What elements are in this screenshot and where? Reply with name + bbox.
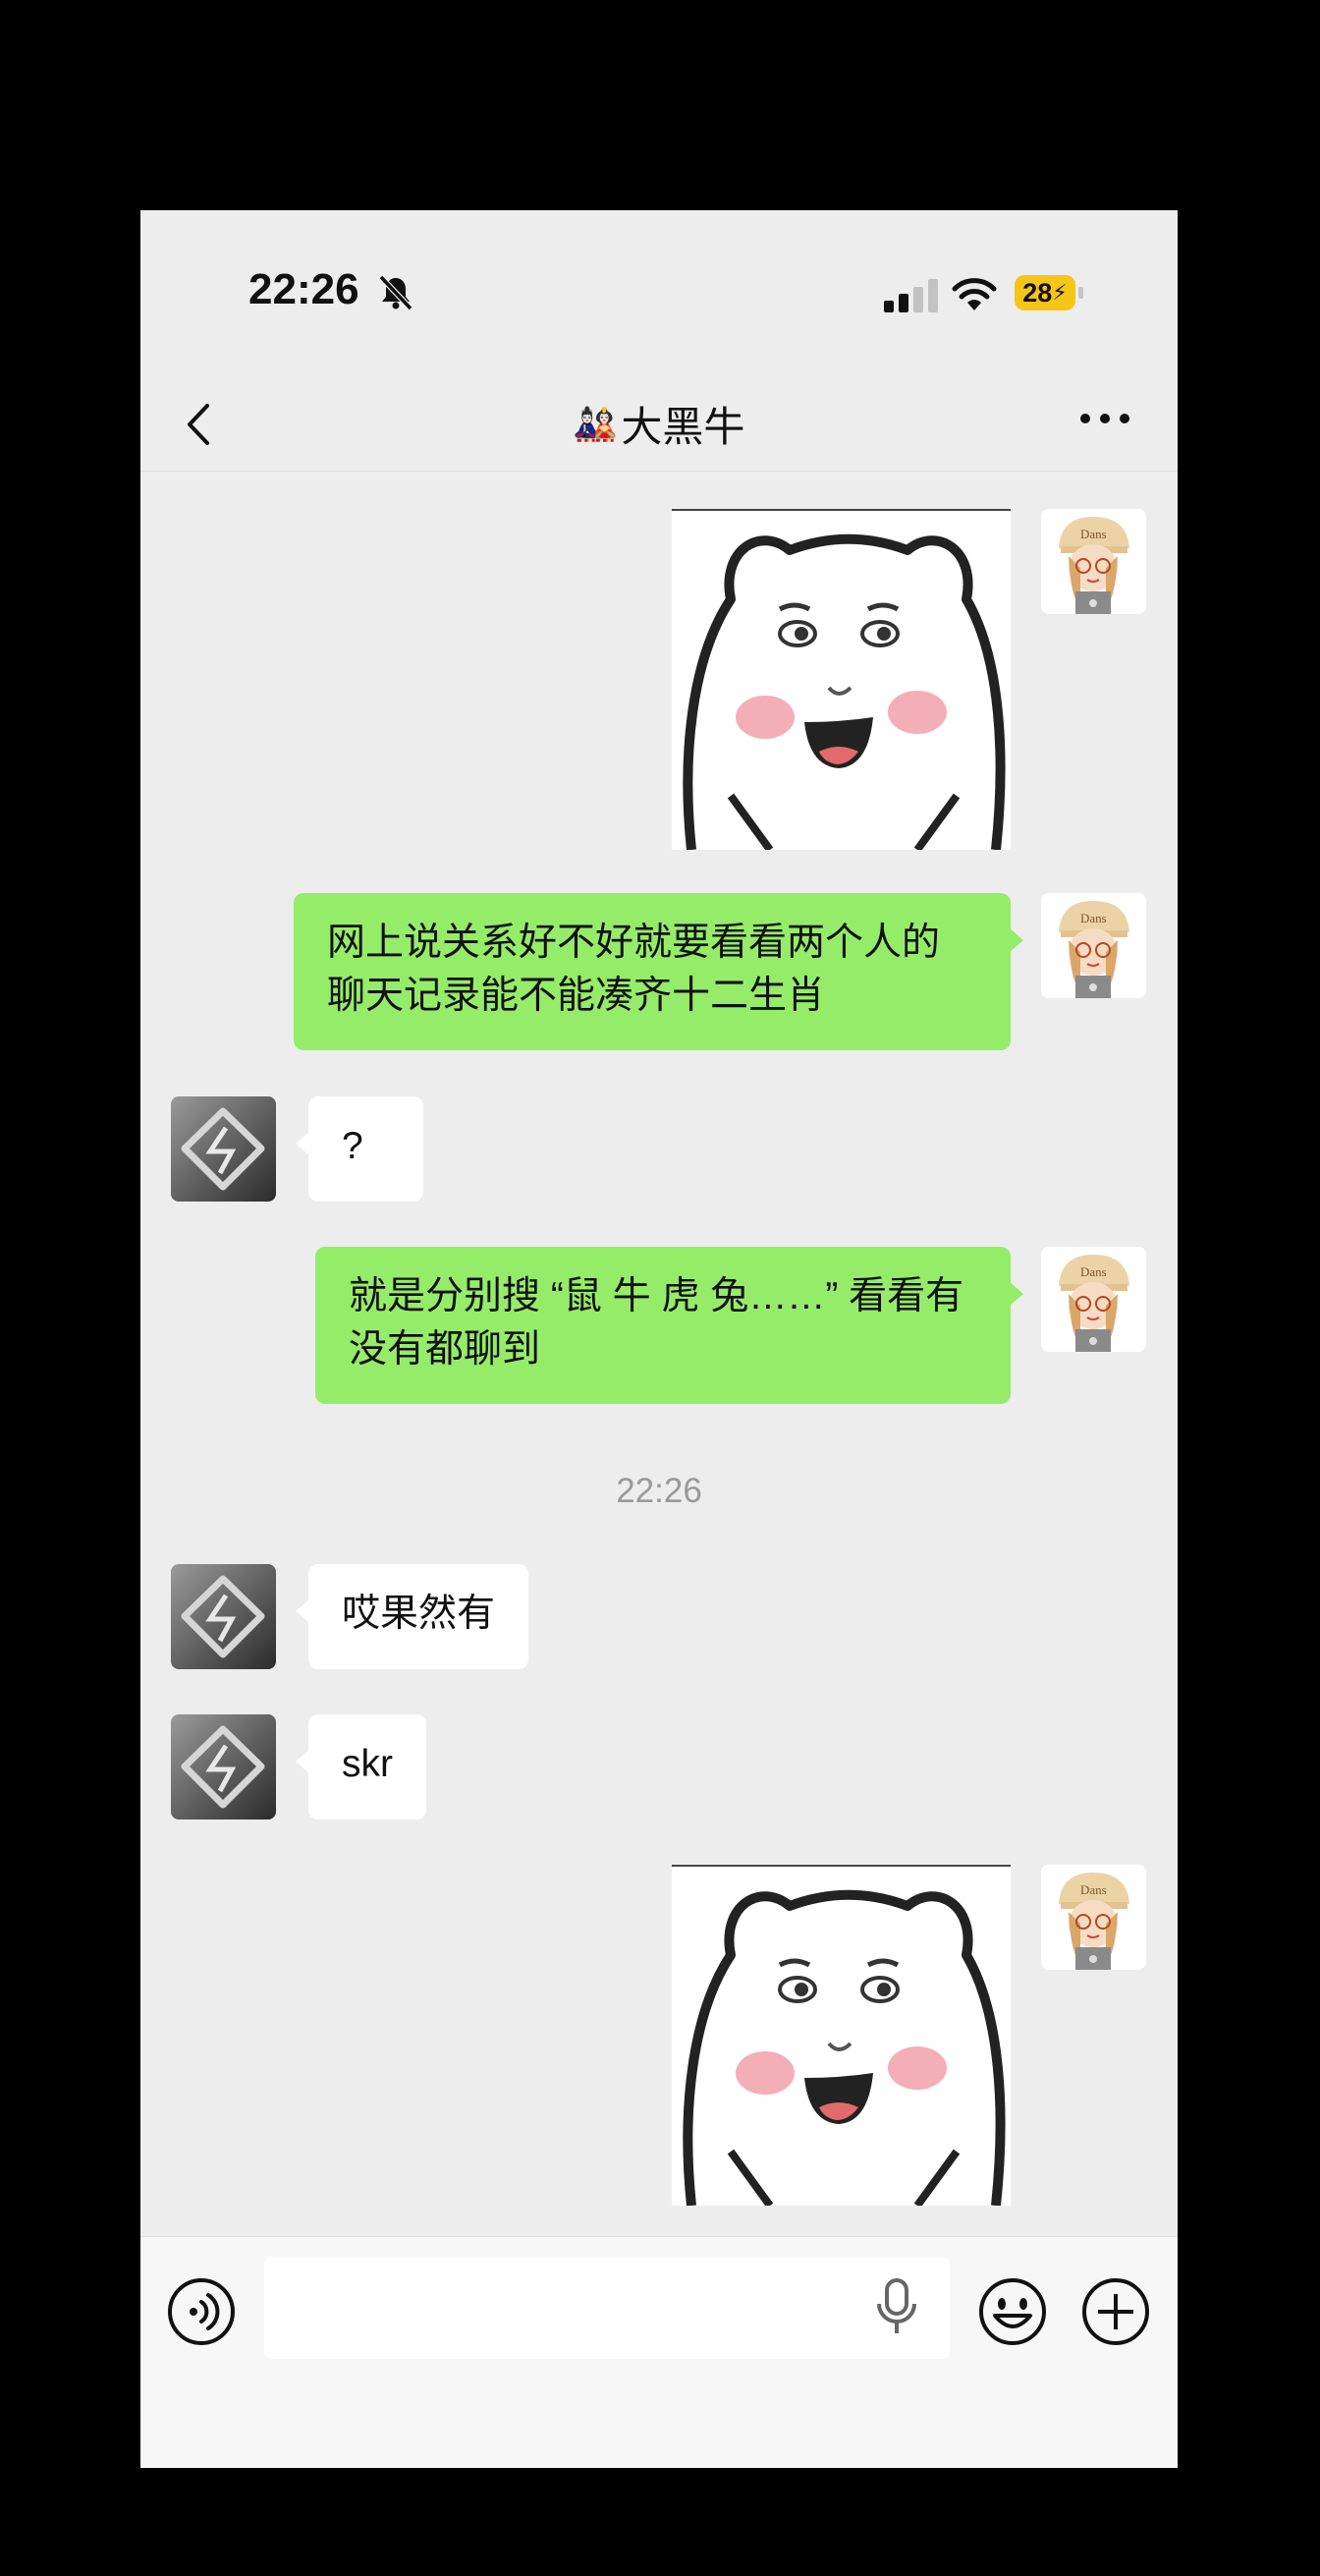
message-text: 就是分别搜 “鼠 牛 虎 兔……” 看看有没有都聊到 <box>349 1275 964 1371</box>
chat-header: 🎎 大黑牛 <box>140 372 1178 472</box>
status-time: 22:26 <box>248 265 359 313</box>
message-text: 哎果然有 <box>342 1593 496 1635</box>
emoji-icon[interactable] <box>977 2276 1048 2347</box>
svg-text:Dans: Dans <box>1080 911 1107 925</box>
sticker-message[interactable] <box>672 1865 1011 2206</box>
sticker-message[interactable] <box>672 509 1011 850</box>
message-input[interactable] <box>264 2257 950 2359</box>
message-bubble-received[interactable]: skr <box>296 1714 426 1820</box>
bear-sticker-image <box>683 533 1006 850</box>
chat-title: 🎎 大黑牛 <box>140 394 1178 454</box>
chat-screen: 22:26 28 ⚡ 🎎 大黑牛 Dans 网上说关系好不好就要看看两个人的聊天… <box>140 210 1178 2468</box>
message-text: ? <box>342 1125 363 1167</box>
my-avatar[interactable]: Dans <box>1041 1865 1146 1970</box>
svg-text:Dans: Dans <box>1080 1882 1107 1897</box>
signal-icon <box>884 279 938 312</box>
svg-text:Dans: Dans <box>1080 527 1107 541</box>
message-bubble-received[interactable]: 哎果然有 <box>295 1564 529 1669</box>
plus-icon[interactable] <box>1080 2276 1151 2347</box>
message-text: skr <box>342 1743 393 1785</box>
title-emoji: 🎎 <box>573 403 618 444</box>
contact-avatar[interactable] <box>171 1714 276 1820</box>
message-timestamp: 22:26 <box>616 1472 702 1510</box>
battery-cap <box>1078 287 1083 299</box>
bell-muted-icon <box>378 274 413 311</box>
wifi-icon <box>952 278 997 310</box>
more-dots-icon[interactable] <box>1079 412 1130 425</box>
message-bubble-sent[interactable]: 网上说关系好不好就要看看两个人的聊天记录能不能凑齐十二生肖 <box>294 893 1023 1050</box>
bear-sticker-image <box>683 1889 1006 2206</box>
battery-level: 28 <box>1022 277 1053 308</box>
microphone-icon[interactable] <box>872 2276 921 2339</box>
contact-name: 大黑牛 <box>621 404 745 450</box>
contact-avatar[interactable] <box>171 1096 276 1202</box>
my-avatar[interactable]: Dans <box>1041 1247 1146 1352</box>
my-avatar[interactable]: Dans <box>1041 893 1146 998</box>
message-bubble-received[interactable]: ? <box>296 1096 423 1202</box>
battery-indicator: 28 ⚡ <box>1015 275 1075 310</box>
voice-icon[interactable] <box>166 2276 237 2347</box>
message-text: 网上说关系好不好就要看看两个人的聊天记录能不能凑齐十二生肖 <box>327 922 941 1017</box>
message-bubble-sent[interactable]: 就是分别搜 “鼠 牛 虎 兔……” 看看有没有都聊到 <box>315 1247 1023 1404</box>
input-bar <box>140 2236 1178 2468</box>
contact-avatar[interactable] <box>171 1564 276 1669</box>
svg-text:Dans: Dans <box>1080 1264 1107 1279</box>
my-avatar[interactable]: Dans <box>1041 509 1146 614</box>
